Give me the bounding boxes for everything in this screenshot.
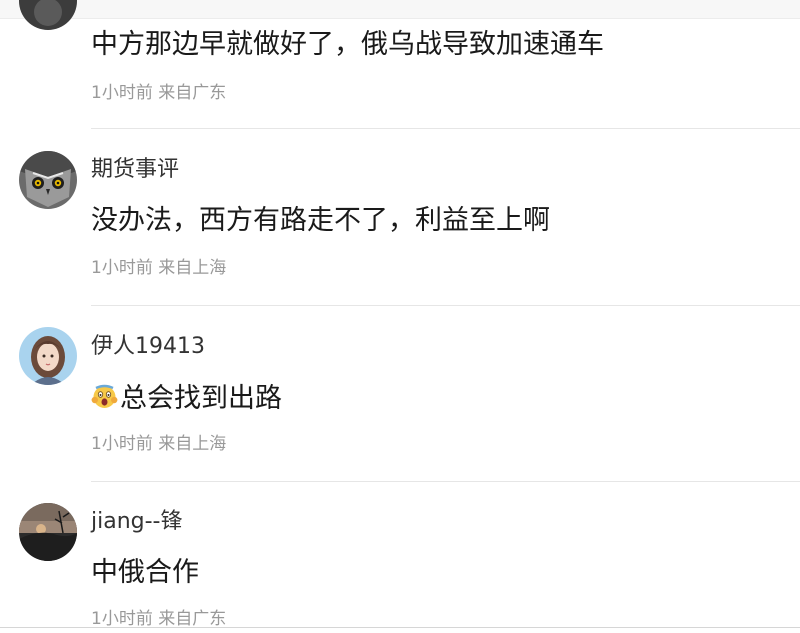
divider	[91, 481, 800, 482]
avatar[interactable]	[19, 327, 77, 385]
top-bar	[0, 0, 800, 19]
username[interactable]: 伊人19413	[91, 336, 205, 358]
avatar[interactable]	[19, 503, 77, 561]
divider	[91, 128, 800, 129]
comment-meta: 1小时前 来自上海	[91, 434, 227, 454]
username[interactable]: jiang--锋	[91, 511, 183, 533]
comment-text: 总会找到出路	[91, 383, 282, 412]
avatar[interactable]	[19, 0, 77, 30]
avatar[interactable]	[19, 151, 77, 209]
owl-avatar-icon	[19, 151, 77, 209]
comment-meta: 1小时前 来自上海	[91, 258, 227, 278]
comment-text: 中俄合作	[91, 557, 199, 588]
comment-text: 中方那边早就做好了，俄乌战导致加速通车	[91, 29, 604, 60]
divider	[91, 305, 800, 306]
user-avatar-icon	[19, 0, 77, 30]
comment-text-body: 总会找到出路	[120, 383, 282, 414]
comment-text: 没办法，西方有路走不了，利益至上啊	[91, 205, 550, 236]
screaming-face-emoji-icon	[91, 383, 118, 410]
bottom-edge	[0, 627, 800, 628]
comment-meta: 1小时前 来自广东	[91, 83, 227, 103]
sunset-avatar-icon	[19, 503, 77, 561]
username[interactable]: 期货事评	[91, 159, 179, 181]
girl-avatar-icon	[19, 327, 77, 385]
comment-meta: 1小时前 来自广东	[91, 609, 227, 629]
